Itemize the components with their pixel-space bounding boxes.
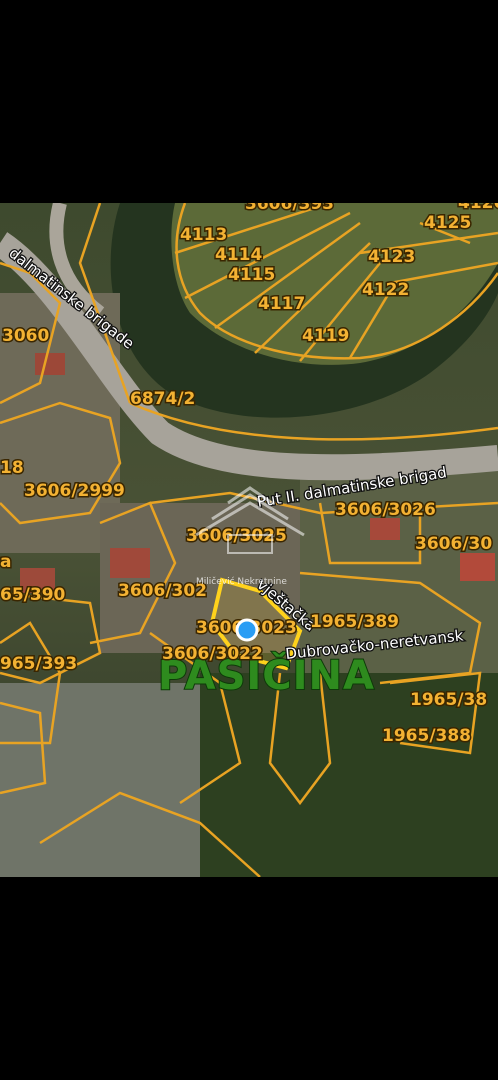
parcel-label: 4125 (424, 213, 471, 233)
rooftop (110, 548, 150, 578)
rocky-area (0, 683, 200, 877)
parcel-label: 65/390 (0, 585, 66, 605)
parcel-label: 6874/2 (130, 389, 195, 409)
parcel-label: 4123 (368, 247, 415, 267)
parcel-label: 4113 (180, 225, 227, 245)
parcel-label: 4122 (362, 280, 409, 300)
parcel-label: 4126 (458, 203, 498, 213)
parcel-label: 3606/302 (118, 581, 207, 601)
parcel-label: 1965/389 (310, 612, 399, 632)
parcel-label: 3606/2999 (24, 481, 125, 501)
parcel-label: 4114 (215, 245, 262, 265)
parcel-label: 1965/388 (382, 726, 471, 746)
rooftop (370, 518, 400, 540)
parcel-label: 3606/3022 (162, 644, 263, 664)
watermark-text: Miličević Nekretnine (196, 576, 287, 587)
parcel-label: 3606/3026 (335, 500, 436, 520)
rooftop (460, 553, 495, 581)
parcel-label: 4119 (302, 326, 349, 346)
parcel-label: 3060 (2, 326, 49, 346)
top-black-band (0, 0, 498, 203)
bottom-black-band (0, 877, 498, 1080)
parcel-label: 1965/38 (410, 690, 487, 710)
parcel-label: 4117 (258, 294, 305, 314)
parcel-label: a (0, 552, 11, 572)
parcel-label: 18 (0, 458, 24, 478)
rooftop (35, 353, 65, 375)
parcel-label: 965/393 (0, 654, 77, 674)
parcel-label: 4115 (228, 265, 275, 285)
parcel-label: 3606/393 (245, 203, 334, 214)
location-pin-icon[interactable] (235, 618, 259, 642)
cadastral-map[interactable]: PASIČINA dalmatinske brigade Put II. dal… (0, 203, 498, 877)
parcel-label: 3606/30 (415, 534, 492, 554)
